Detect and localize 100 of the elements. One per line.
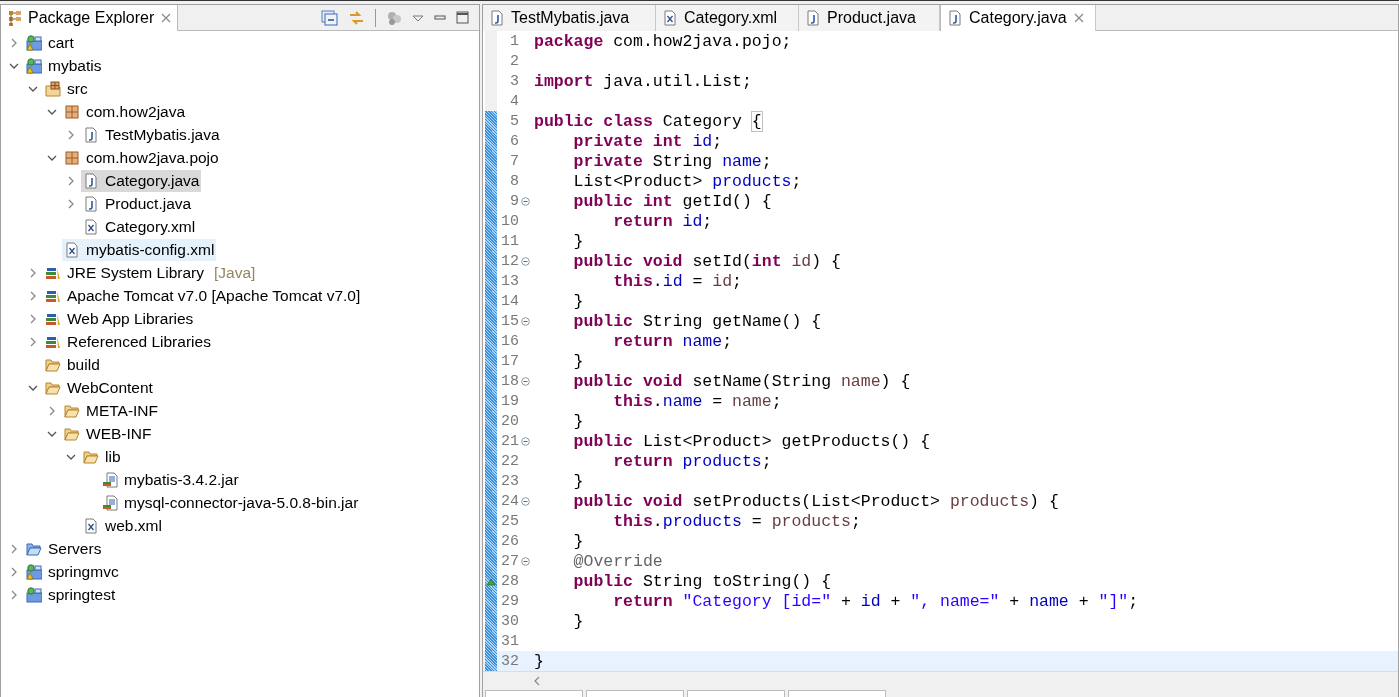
folder-icon	[26, 540, 42, 557]
java-file-icon	[947, 10, 963, 26]
minimized-tab[interactable]	[687, 690, 785, 697]
code-line: }	[572, 351, 584, 371]
tree-item[interactable]: Apache Tomcat v7.0 [Apache Tomcat v7.0]	[43, 284, 363, 307]
expand-chevron-icon[interactable]	[28, 290, 38, 301]
collapse-all-icon[interactable]	[321, 9, 338, 26]
fold-icon[interactable]	[520, 196, 530, 206]
tree-item[interactable]: springmvc	[24, 560, 121, 583]
minimize-icon[interactable]	[434, 14, 446, 21]
expand-chevron-icon[interactable]	[9, 589, 19, 600]
expand-chevron-icon[interactable]	[9, 543, 19, 554]
view-tab[interactable]: Package Explorer	[1, 5, 179, 31]
tree-item[interactable]: lib	[81, 445, 123, 468]
line-number: 17	[500, 352, 519, 370]
line-number: 21	[500, 432, 519, 450]
expand-chevron-icon[interactable]	[66, 175, 76, 186]
view-menu-icon[interactable]	[412, 13, 424, 22]
code-line: }	[533, 651, 544, 671]
line-number: 26	[500, 532, 519, 550]
tree-item[interactable]: Referenced Libraries	[43, 330, 213, 353]
expand-chevron-icon[interactable]	[28, 336, 38, 347]
line-number: 7	[509, 152, 519, 170]
tree-item[interactable]: web.xml	[81, 514, 164, 537]
scroll-left-icon[interactable]	[533, 676, 540, 686]
tree-item[interactable]: TestMybatis.java	[81, 123, 222, 146]
expand-chevron-icon[interactable]	[47, 405, 57, 416]
minimized-tab[interactable]	[586, 690, 684, 697]
fold-icon[interactable]	[520, 256, 530, 266]
tree-item[interactable]: cart	[24, 31, 76, 54]
expand-chevron-icon[interactable]	[66, 198, 76, 209]
tree-item[interactable]: Web App Libraries	[43, 307, 196, 330]
code-line: import java.util.List;	[533, 71, 752, 91]
fold-icon[interactable]	[520, 316, 530, 326]
maximize-icon[interactable]	[456, 11, 469, 24]
fold-icon[interactable]	[520, 436, 530, 446]
line-number: 32	[500, 652, 519, 670]
line-number: 23	[500, 472, 519, 490]
tree-item[interactable]: mybatis-config.xml	[62, 238, 217, 261]
minimized-tab[interactable]	[788, 690, 886, 697]
java-file-icon	[83, 126, 99, 143]
code-line: this.products = products;	[612, 511, 861, 531]
editor-tab[interactable]: Product.java	[799, 5, 940, 31]
tree-item[interactable]: Product.java	[81, 192, 194, 215]
tree-item[interactable]: Category.xml	[81, 215, 198, 238]
tree-item[interactable]: src	[43, 77, 90, 100]
tree-item[interactable]: com.how2java	[62, 100, 188, 123]
horizontal-scrollbar[interactable]	[483, 671, 1398, 690]
tree-item[interactable]: Servers	[24, 537, 104, 560]
fold-icon[interactable]	[520, 496, 530, 506]
line-number: 30	[500, 612, 519, 630]
xml-file-icon	[83, 218, 99, 235]
fold-icon[interactable]	[520, 556, 530, 566]
editor-tab[interactable]: Category.java	[940, 5, 1096, 31]
tree-item[interactable]: WebContent	[43, 376, 155, 399]
folder-icon	[45, 356, 61, 373]
java-file-icon	[805, 10, 821, 26]
expand-chevron-icon[interactable]	[9, 566, 19, 577]
jar-file-icon	[102, 494, 118, 511]
expand-chevron-icon[interactable]	[9, 37, 19, 48]
filter-icon[interactable]	[386, 9, 402, 26]
close-icon[interactable]	[1072, 12, 1085, 24]
tree-item[interactable]: WEB-INF	[62, 422, 154, 445]
close-icon[interactable]	[160, 12, 173, 24]
code-line: package com.how2java.pojo;	[533, 31, 792, 51]
line-number: 15	[500, 312, 519, 330]
code-line: this.name = name;	[612, 391, 782, 411]
expand-chevron-icon[interactable]	[66, 129, 76, 140]
fold-icon[interactable]	[520, 376, 530, 386]
java-file-icon	[83, 195, 99, 212]
code-line: public void setId(int id) {	[572, 251, 841, 271]
tree-item[interactable]: mybatis-3.4.2.jar	[100, 468, 241, 491]
line-number: 12	[500, 252, 519, 270]
tree-item[interactable]: mysql-connector-java-5.0.8-bin.jar	[100, 491, 361, 514]
minimized-tab[interactable]	[485, 690, 583, 697]
tree-item[interactable]: build	[43, 353, 102, 376]
expand-chevron-icon[interactable]	[28, 267, 38, 278]
code-line: return products;	[612, 451, 772, 471]
line-number: 8	[509, 172, 519, 190]
tree-item[interactable]: META-INF	[62, 399, 161, 422]
tree-item[interactable]: springtest	[24, 583, 118, 606]
tree-item[interactable]: mybatis	[24, 54, 104, 77]
code-line: public String toString() {	[572, 571, 832, 591]
tree-item[interactable]: com.how2java.pojo	[62, 146, 221, 169]
editor-tab[interactable]: TestMybatis.java	[483, 5, 656, 31]
package-icon	[64, 149, 80, 166]
line-number: 3	[509, 72, 519, 90]
tree-item[interactable]: Category.java	[81, 169, 202, 192]
package-icon	[64, 103, 80, 120]
editor-tab[interactable]: Category.xml	[656, 5, 799, 31]
line-number: 28	[500, 572, 519, 590]
line-number: 27	[500, 552, 519, 570]
tree-item[interactable]: JRE System Library [Java]	[43, 261, 258, 284]
link-editor-icon[interactable]	[348, 9, 365, 26]
line-number: 10	[500, 212, 519, 230]
line-number: 24	[500, 492, 519, 510]
line-number: 11	[500, 232, 519, 250]
folder-icon	[64, 425, 80, 442]
expand-chevron-icon[interactable]	[28, 313, 38, 324]
java-file-icon	[489, 10, 505, 26]
